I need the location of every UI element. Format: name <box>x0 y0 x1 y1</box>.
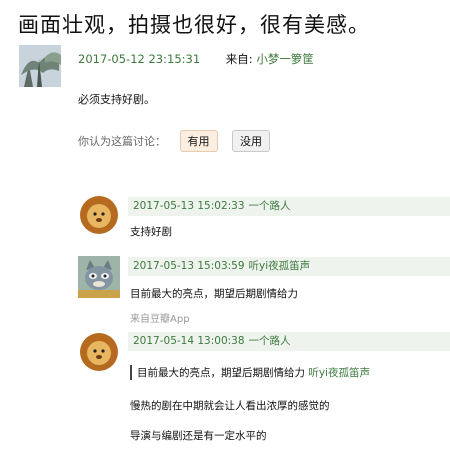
reply-time: 2017-05-13 15:02:33 <box>133 200 245 212</box>
author-avatar[interactable] <box>19 45 61 87</box>
useless-button[interactable]: 没用 <box>232 130 270 152</box>
reply-text: 支持好剧 <box>130 226 172 238</box>
lion-avatar-icon[interactable] <box>78 194 120 236</box>
reply-item: 2017-05-13 15:02:33 一个路人 支持好剧 <box>78 194 450 238</box>
post-title: 画面壮观，拍摄也很好，很有美感。 <box>18 13 370 37</box>
reply-user-link[interactable]: 一个路人 <box>249 335 291 347</box>
vote-label: 你认为这篇讨论： <box>78 135 166 148</box>
reply-text: 目前最大的亮点，期望后期剧情给力 <box>130 288 298 300</box>
reply-client: 来自豆瓣App <box>130 314 190 325</box>
lion-avatar-icon[interactable] <box>78 331 120 373</box>
post-from-label: 来自: <box>225 52 257 66</box>
post-body: 必须支持好剧。 <box>78 93 155 106</box>
reply-header: 2017-05-14 13:00:38 一个路人 <box>128 332 450 351</box>
post-author-link[interactable]: 小梦一箩筐 <box>256 52 314 66</box>
quote-text: 目前最大的亮点，期望后期剧情给力 <box>137 367 305 379</box>
tree-photo-icon <box>19 45 61 87</box>
useful-button[interactable]: 有用 <box>179 130 218 152</box>
reply-time: 2017-05-13 15:03:59 <box>133 260 245 272</box>
post-time: 2017-05-12 23:15:31 <box>78 52 201 66</box>
quote-user-link[interactable]: 听yi夜孤笛声 <box>308 367 370 379</box>
reply-user-link[interactable]: 听yi夜孤笛声 <box>249 260 311 272</box>
reply-item: 2017-05-13 15:03:59 听yi夜孤笛声 目前最大的亮点，期望后期剧… <box>78 254 450 325</box>
cat-avatar-icon[interactable] <box>78 256 120 298</box>
post-meta: 2017-05-12 23:15:31 来自: 小梦一箩筐 <box>78 51 314 67</box>
reply-header: 2017-05-13 15:03:59 听yi夜孤笛声 <box>128 257 450 276</box>
reply-time: 2017-05-14 13:00:38 <box>133 335 245 347</box>
reply-text-line2: 导演与编剧还是有一定水平的 <box>130 430 267 442</box>
reply-text-line1: 慢热的剧在中期就会让人看出浓厚的感觉的 <box>130 400 330 412</box>
reply-header: 2017-05-13 15:02:33 一个路人 <box>128 197 450 216</box>
reply-quote: 目前最大的亮点，期望后期剧情给力 听yi夜孤笛声 <box>130 365 370 380</box>
reply-item: 2017-05-14 13:00:38 一个路人 目前最大的亮点，期望后期剧情给力… <box>78 331 450 451</box>
vote-bar: 你认为这篇讨论： 有用 没用 <box>78 130 270 152</box>
reply-user-link[interactable]: 一个路人 <box>249 200 291 212</box>
